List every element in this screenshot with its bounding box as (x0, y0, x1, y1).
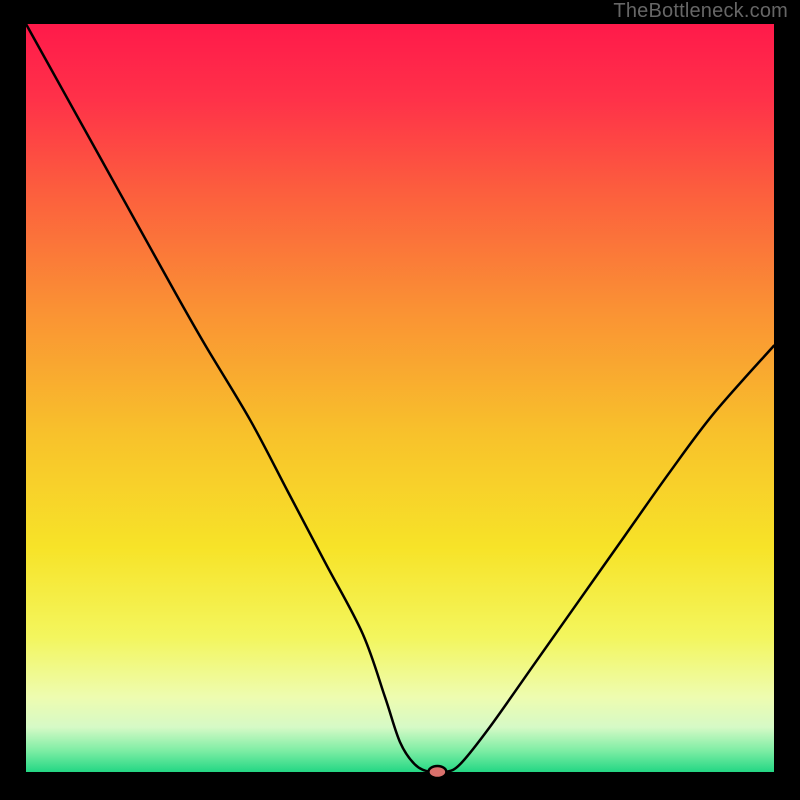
plot-background (26, 24, 774, 772)
bottleneck-chart (0, 0, 800, 800)
chart-root: TheBottleneck.com (0, 0, 800, 800)
optimum-marker (428, 766, 446, 778)
watermark-text: TheBottleneck.com (613, 0, 788, 23)
